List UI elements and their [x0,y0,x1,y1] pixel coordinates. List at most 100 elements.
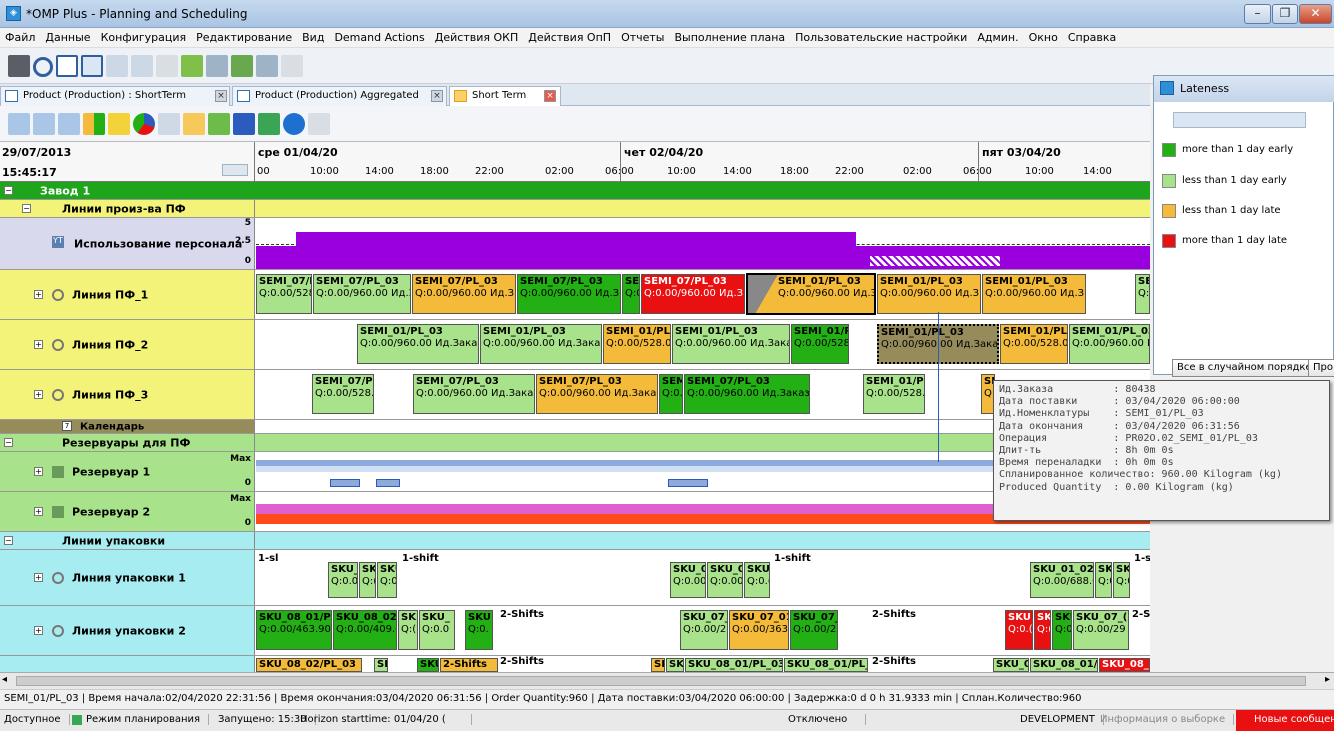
tab-product-aggregated[interactable]: Product (Production) Aggregated × [232,86,447,106]
task-bar[interactable]: SKUQ:0. [1095,562,1112,598]
task-bar[interactable]: SK Q:( [1034,610,1051,650]
legend-item[interactable]: less than 1 day early [1154,167,1334,197]
task-bar[interactable]: SK Q:( [359,562,376,598]
production-lines-group-row[interactable]: − Линии произ-ва ПФ [0,200,1150,218]
collapse-icon[interactable]: − [4,185,13,195]
status-selection-info[interactable]: Информация о выборке [1100,714,1235,725]
filter-icon[interactable] [206,55,228,77]
task-bar[interactable]: SKU_0 Q:0.00 [670,562,706,598]
task-bar[interactable]: SKU_07_ Q:0.00/2 [680,610,728,650]
expand-icon[interactable]: + [34,289,43,299]
task-bar[interactable]: SKU_07_(Q:0.00/29 [1073,610,1129,650]
task-bar[interactable]: SEMI_01/PL_03 Q:0.00/960.00 Ид.Заказ [672,324,790,364]
task-bar[interactable]: SKU_Q:0.0 [419,610,455,650]
task-bar[interactable]: SKU Q:0.( [1005,610,1033,650]
plug-icon[interactable] [281,55,303,77]
task-bar[interactable]: SEMI_07/PL Q:0.00/528.0 [312,374,374,414]
task-bar[interactable]: SEMI_07/PL_03 Q:0.00/960.00 Ид.З [412,274,516,314]
menu-view[interactable]: Вид [297,28,329,44]
task-bar[interactable]: SKU_08_01/ [417,658,439,672]
task-bar[interactable]: SKU_07_01/Q:0.00/363. [729,610,789,650]
minimize-button[interactable]: – [1244,4,1271,24]
task-bar[interactable]: SEMI_01/PLQ:0.00/528.0 [791,324,849,364]
task-bar[interactable]: SEMIQ:0.0 [659,374,683,414]
export-icon[interactable] [231,55,253,77]
task-bar[interactable]: SEMI_01/PLQ:0.00/528.0 [1000,324,1068,364]
calendar-row[interactable]: 7 Календарь [0,420,1150,434]
task-bar[interactable]: SKU_07_ Q:0.00/2 [790,610,838,650]
pie-chart-icon[interactable] [133,113,155,135]
task-bar[interactable]: SKU_08_01/PL_03 [1099,658,1150,672]
task-bar[interactable]: SEMI_01/PL_03 Q:0.00/960.00 Ид.Заказ [357,324,479,364]
zoom-out-icon[interactable] [33,113,55,135]
task-bar[interactable]: SKU_08_01/P [1030,658,1098,672]
tab-close-icon[interactable]: × [544,90,556,102]
lateness-color-icon[interactable] [83,113,105,135]
warning-icon[interactable] [108,113,130,135]
zoom-in-icon[interactable] [8,113,30,135]
task-bar[interactable]: SEMI_07/PL_03 Q:0.00/960.00 Ид.Заказ [536,374,658,414]
tab-close-icon[interactable]: × [431,90,443,102]
more-button[interactable]: Про [1308,359,1334,377]
layout-icon[interactable] [56,55,78,77]
menu-admin[interactable]: Админ. [972,28,1023,44]
task-bar[interactable]: SKU_08_02/PQ:0.00/409.6 [333,610,397,650]
legend-item[interactable]: more than 1 day late [1154,227,1334,257]
task-bar[interactable]: SEMQ:0. [622,274,640,314]
reservoir-1-row[interactable]: + Резервуар 1 Max 0 [0,452,1150,492]
task-bar[interactable]: SEMI_07/PL_03 Q:0.00/960.00 Ид.З [313,274,411,314]
line-pf3-row[interactable]: + Линия ПФ_3 SEMI_07/PL Q:0.00/528.0 SEMI… [0,370,1150,420]
expand-icon[interactable]: + [34,389,43,399]
legend-item[interactable]: more than 1 day early [1154,136,1334,166]
task-bar[interactable]: 2-Shifts [440,658,498,672]
shuffle-all-button[interactable]: Все в случайном порядке [1172,359,1317,377]
legend-item[interactable]: less than 1 day late [1154,197,1334,227]
refresh-icon[interactable] [33,57,53,77]
reservoirs-group-row[interactable]: − Резервуары для ПФ [0,434,1150,452]
task-bar[interactable]: SKUQ:0. [465,610,493,650]
task-bar[interactable]: SEMI_07/PL_03 Q:0.00/960.00 Ид.Заказ [413,374,535,414]
expand-icon[interactable]: + [34,466,43,476]
list-icon[interactable] [158,113,180,135]
task-bar[interactable]: SEMI_01/PL_03 Q:0.00/960.00 Ид.Заказ [480,324,602,364]
task-bar[interactable]: SEMI_01/PLQ:0.00/528.0 [863,374,925,414]
undo-icon[interactable] [106,55,128,77]
packing-line-3-row[interactable]: SKU_08_02/PL_03 SKI SKU_08_01/ 2-Shifts … [0,656,1150,672]
save-icon[interactable] [8,55,30,77]
plant-row[interactable]: − Завод 1 [0,182,1150,200]
personnel-usage-row[interactable]: YT Использование персонала 5 2.5 0 [0,218,1150,270]
reservoir-2-row[interactable]: + Резервуар 2 Max 0 [0,492,1150,532]
packing-line-1-row[interactable]: + Линия упаковки 1 1-sl SKU_(Q:0.0( SKQ:… [0,550,1150,606]
task-bar[interactable]: SKU_08_02/PL_03 [256,658,362,672]
zoom-slider-icon[interactable] [222,164,248,176]
menu-window[interactable]: Окно [1024,28,1063,44]
tab-close-icon[interactable]: × [215,90,227,102]
transfer-icon[interactable] [181,55,203,77]
line-pf2-row[interactable]: + Линия ПФ_2 SEMI_01/PL_03 Q:0.00/960.00 … [0,320,1150,370]
task-bar[interactable]: SEMI_01/PL_03 Q:0.00/960.00 Ид.З [982,274,1086,314]
maximize-button[interactable]: ❐ [1272,4,1298,24]
menu-user-settings[interactable]: Пользовательские настройки [790,28,972,44]
menu-config[interactable]: Конфигурация [96,28,192,44]
line-pf1-row[interactable]: + Линия ПФ_1 SEMI_07/P Q:0.00/528 SEMI_07… [0,270,1150,320]
task-bar[interactable]: SEMI_01/PLQ:0.00/528.0 [603,324,671,364]
sort-icon[interactable] [256,55,278,77]
expand-icon[interactable]: + [34,625,43,635]
task-bar[interactable]: SKU_08_01/PL Q:0.00/463.90 [256,610,332,650]
panel-icon[interactable] [81,55,103,77]
packing-line-2-row[interactable]: + Линия упаковки 2 SKU_08_01/PL Q:0.00/46… [0,606,1150,656]
menu-okp-actions[interactable]: Действия ОКП [430,28,523,44]
task-bar[interactable]: SKI [374,658,388,672]
collapse-icon[interactable]: − [4,437,13,447]
scroll-thumb[interactable] [16,676,1306,686]
task-bar[interactable]: SI [651,658,665,672]
brush-icon[interactable] [156,55,178,77]
split-view-icon[interactable] [208,113,230,135]
tab-product-shortterm[interactable]: Product (Production) : ShortTerm × [0,86,230,106]
task-bar[interactable]: SKU_0 Q:0.00 [707,562,743,598]
packing-group-row[interactable]: − Линии упаковки [0,532,1150,550]
task-bar[interactable]: SKU_(Q:0.0( [328,562,358,598]
menu-data[interactable]: Данные [40,28,95,44]
currency-icon[interactable] [258,113,280,135]
task-bar[interactable]: SEMI_07/PL_03 Q:0.00/960.00 Ид.З [641,274,745,314]
